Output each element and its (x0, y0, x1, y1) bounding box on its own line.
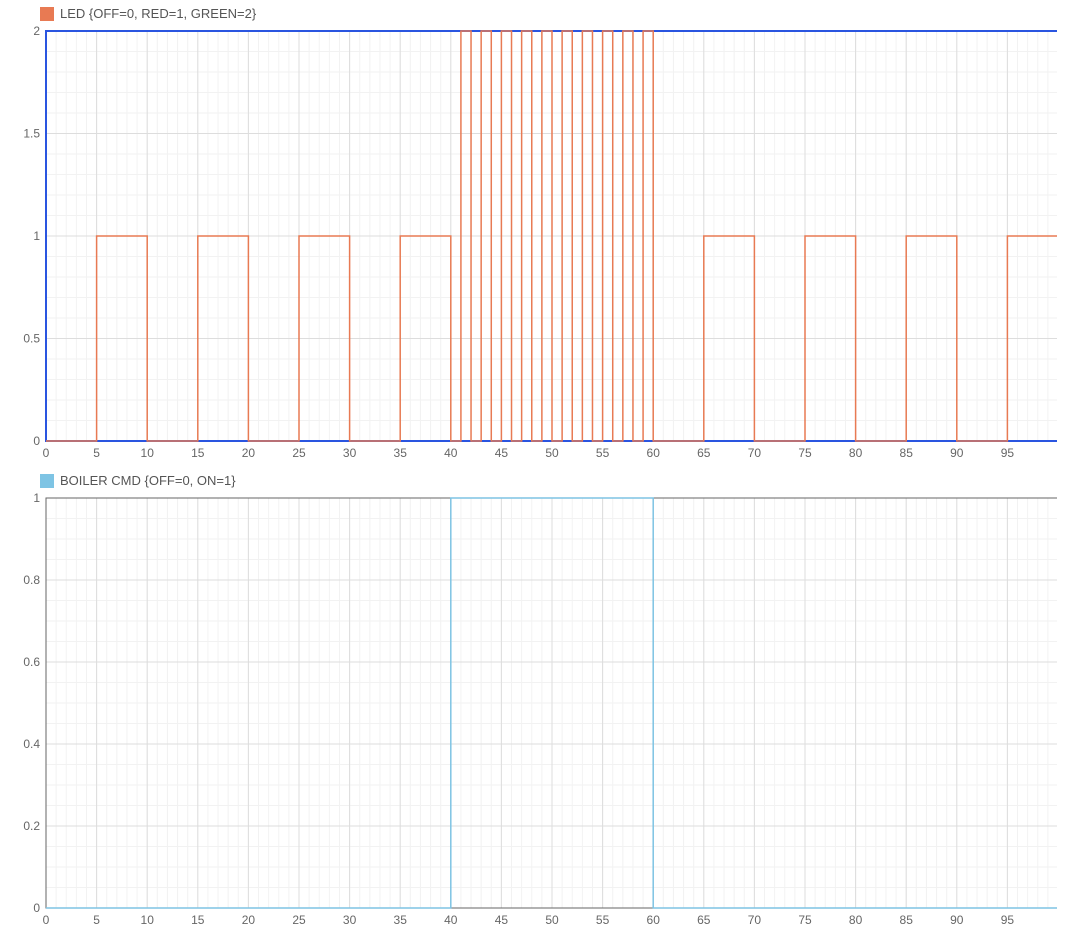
svg-text:90: 90 (950, 913, 964, 927)
svg-text:90: 90 (950, 446, 964, 460)
svg-text:5: 5 (93, 913, 100, 927)
svg-text:0.6: 0.6 (23, 655, 40, 669)
svg-text:80: 80 (849, 446, 863, 460)
svg-text:35: 35 (394, 913, 408, 927)
svg-text:75: 75 (798, 913, 812, 927)
svg-text:55: 55 (596, 446, 610, 460)
svg-text:25: 25 (292, 446, 306, 460)
chart-led: LED {OFF=0, RED=1, GREEN=2} 051015202530… (8, 4, 1057, 465)
svg-text:2: 2 (33, 25, 40, 38)
svg-text:15: 15 (191, 446, 205, 460)
svg-text:1: 1 (33, 492, 40, 505)
legend-boiler: BOILER CMD {OFF=0, ON=1} (8, 471, 1057, 492)
svg-text:75: 75 (798, 446, 812, 460)
svg-text:20: 20 (242, 446, 256, 460)
svg-text:0.5: 0.5 (23, 332, 40, 346)
svg-text:60: 60 (647, 913, 661, 927)
svg-text:25: 25 (292, 913, 306, 927)
chart-led-plot[interactable]: 0 5 10 15 20 25 30 35 40 45 50 55 60 65 70 75 80 85 90 95 0 0… (8, 25, 1057, 465)
svg-text:0: 0 (43, 913, 50, 927)
chart-boiler: BOILER CMD {OFF=0, ON=1} 051015202530354… (8, 471, 1057, 932)
legend-swatch-icon (40, 7, 54, 21)
svg-text:40: 40 (444, 913, 458, 927)
svg-text:0: 0 (33, 434, 40, 448)
svg-text:85: 85 (900, 913, 914, 927)
svg-text:45: 45 (495, 446, 509, 460)
svg-text:50: 50 (545, 446, 559, 460)
svg-text:10: 10 (141, 446, 155, 460)
svg-text:0.8: 0.8 (23, 573, 40, 587)
svg-text:40: 40 (444, 446, 458, 460)
svg-text:50: 50 (545, 913, 559, 927)
svg-text:30: 30 (343, 446, 357, 460)
svg-text:65: 65 (697, 913, 711, 927)
chart-boiler-plot[interactable]: 0 5 10 15 20 25 30 35 40 45 50 55 60 65 70 75 80 85 90 95 0 0… (8, 492, 1057, 932)
svg-text:15: 15 (191, 913, 205, 927)
svg-text:95: 95 (1001, 446, 1015, 460)
legend-led: LED {OFF=0, RED=1, GREEN=2} (8, 4, 1057, 25)
svg-text:80: 80 (849, 913, 863, 927)
svg-text:55: 55 (596, 913, 610, 927)
page: LED {OFF=0, RED=1, GREEN=2} 051015202530… (0, 0, 1065, 915)
svg-text:45: 45 (495, 913, 509, 927)
svg-text:95: 95 (1001, 913, 1015, 927)
svg-text:0: 0 (33, 901, 40, 915)
svg-text:0: 0 (43, 446, 50, 460)
svg-text:0.4: 0.4 (23, 737, 40, 751)
svg-text:5: 5 (93, 446, 100, 460)
svg-text:60: 60 (647, 446, 661, 460)
svg-text:1.5: 1.5 (23, 127, 40, 141)
svg-text:30: 30 (343, 913, 357, 927)
svg-text:85: 85 (900, 446, 914, 460)
svg-text:35: 35 (394, 446, 408, 460)
svg-text:0.2: 0.2 (23, 819, 40, 833)
legend-label: LED {OFF=0, RED=1, GREEN=2} (60, 6, 256, 21)
svg-text:70: 70 (748, 913, 762, 927)
legend-label: BOILER CMD {OFF=0, ON=1} (60, 473, 236, 488)
svg-text:70: 70 (748, 446, 762, 460)
svg-text:20: 20 (242, 913, 256, 927)
svg-text:10: 10 (141, 913, 155, 927)
svg-text:1: 1 (33, 229, 40, 243)
legend-swatch-icon (40, 474, 54, 488)
svg-text:65: 65 (697, 446, 711, 460)
